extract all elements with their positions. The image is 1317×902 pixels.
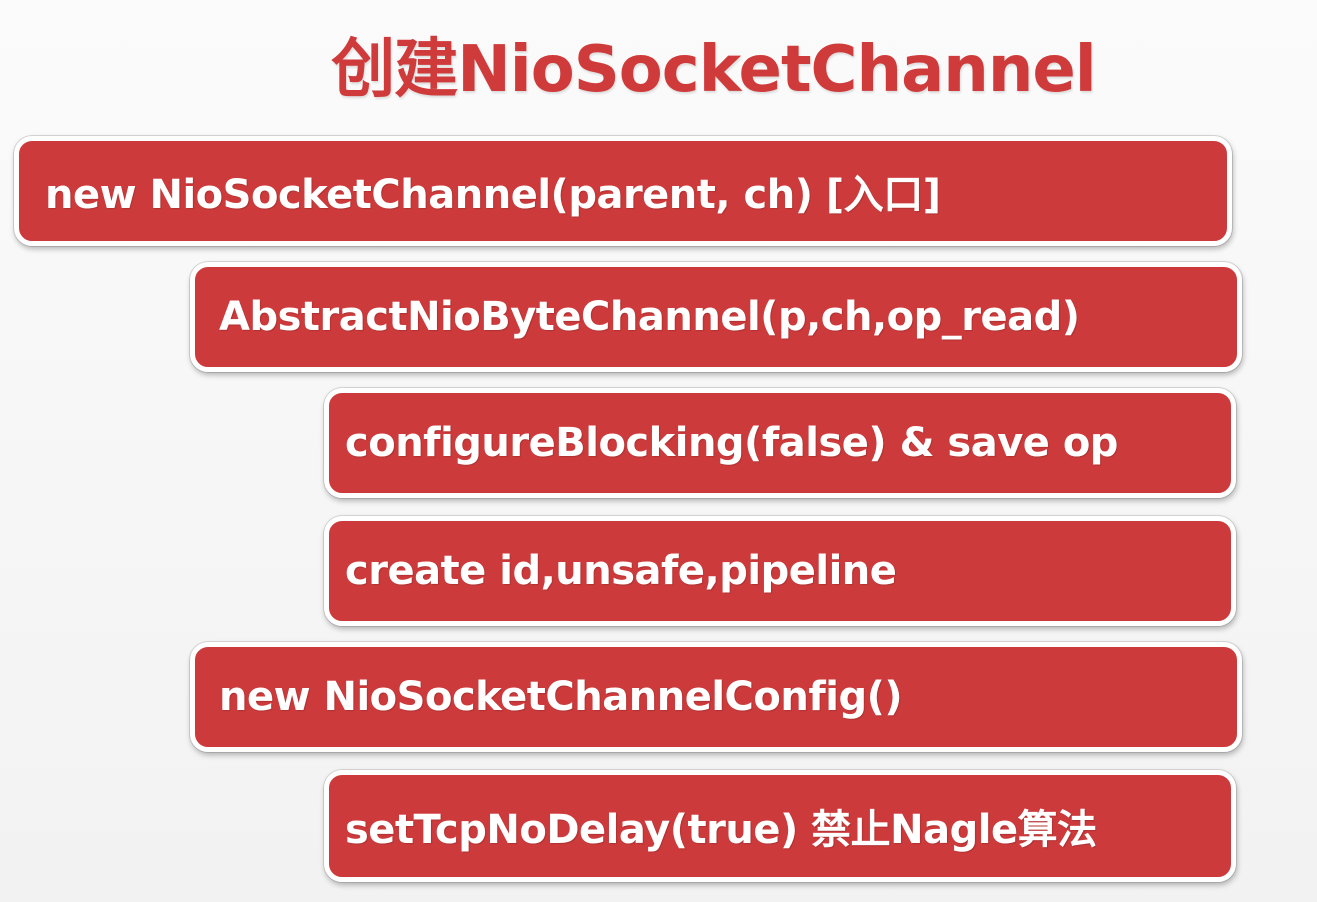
step-create-id-unsafe-pipeline: create id,unsafe,pipeline [324,516,1236,626]
step-label: configureBlocking(false) & save op [345,420,1118,466]
step-configure-blocking: configureBlocking(false) & save op [324,388,1236,498]
step-abstractniobytechannel: AbstractNioByteChannel(p,ch,op_read) [190,262,1242,372]
step-label: new NioSocketChannel(parent, ch) [入口] [45,172,941,218]
step-set-tcp-nodelay: setTcpNoDelay(true) 禁止Nagle算法 [324,770,1236,882]
step-label: new NioSocketChannelConfig() [219,674,903,720]
step-label: AbstractNioByteChannel(p,ch,op_read) [219,294,1080,340]
step-label: create id,unsafe,pipeline [345,548,897,594]
page-title: 创建NioSocketChannel [331,33,1097,107]
step-label: setTcpNoDelay(true) 禁止Nagle算法 [345,807,1097,853]
step-new-niosocketchannelconfig: new NioSocketChannelConfig() [190,642,1242,752]
step-new-niosocketchannel: new NioSocketChannel(parent, ch) [入口] [14,136,1232,246]
